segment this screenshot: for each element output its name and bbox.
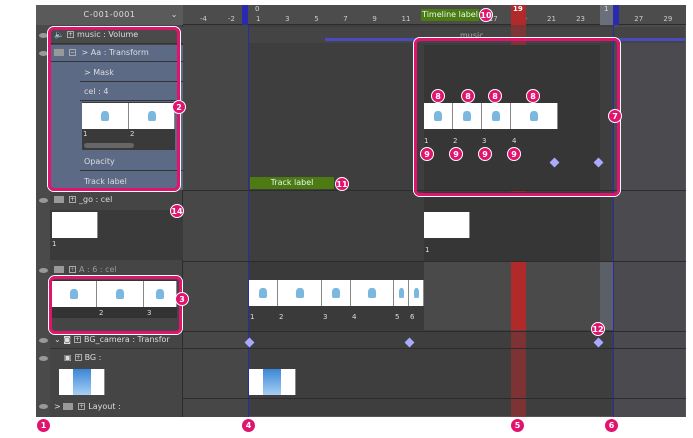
callout-9: 9 (420, 147, 434, 161)
callout-9: 9 (507, 147, 521, 161)
expand-icon[interactable]: + (74, 336, 82, 343)
cel-number: 1 (52, 240, 57, 248)
callout-14: 14 (170, 204, 184, 218)
postroll-area (613, 25, 685, 417)
callout-10: 10 (479, 8, 493, 22)
frame-tick: 7 (343, 15, 348, 23)
frame-tick: 21 (547, 15, 556, 23)
cel-number: 1 (425, 246, 430, 254)
current-frame-label: 19 (513, 5, 523, 13)
frame-tick: 23 (576, 15, 586, 23)
cel-number: 5 (395, 313, 400, 321)
camera-icon: ◙ (63, 335, 72, 344)
end-marker[interactable] (613, 5, 619, 25)
marker-6: 6 (605, 419, 618, 432)
track-label-clip[interactable]: Track label (250, 177, 334, 189)
visibility-eye-icon[interactable] (39, 198, 48, 203)
track-bg-camera[interactable]: ⌄ ◙ + BG_camera : Transfor (50, 332, 183, 349)
visibility-eye-icon[interactable] (39, 33, 48, 38)
cel-thumbnail[interactable] (52, 212, 98, 238)
track-bg[interactable]: ▣ + BG : (60, 350, 183, 366)
track-name: Layout : (88, 402, 121, 411)
track-name: BG_camera : Transfor (84, 335, 170, 344)
folder-icon (54, 196, 64, 203)
frame-tick: 3 (285, 15, 290, 23)
callout-3: 3 (175, 292, 189, 306)
end-mark-label: 1 (604, 5, 609, 13)
track-name: A : 6 : cel (79, 265, 117, 274)
timeline-cel[interactable] (322, 280, 351, 306)
playhead-highlight (511, 262, 526, 330)
timeline-cel[interactable] (249, 280, 278, 306)
callout-8: 8 (431, 89, 445, 103)
expand-icon[interactable]: + (78, 403, 86, 410)
composition-name: C-001-0001 (83, 10, 136, 19)
visibility-eye-icon[interactable] (39, 356, 48, 361)
track-name: _go : cel (79, 195, 113, 204)
visibility-eye-icon[interactable] (39, 338, 48, 343)
visibility-eye-icon[interactable] (39, 404, 48, 409)
cel-number: 4 (352, 313, 357, 321)
timeline-bg-cel[interactable] (249, 369, 296, 395)
frame-tick: 1 (256, 15, 261, 23)
marker-5: 5 (511, 419, 524, 432)
expand-icon[interactable]: + (69, 266, 76, 273)
visibility-eye-icon[interactable] (39, 268, 48, 273)
highlight-track-area (48, 27, 180, 191)
timeline-cel[interactable] (278, 280, 322, 306)
cel-number: 3 (323, 313, 328, 321)
marker-1: 1 (37, 419, 50, 432)
chevron-down-icon: ⌄ (170, 10, 178, 19)
folder-icon (63, 403, 74, 410)
frame-tick: -4 (200, 15, 207, 23)
timeline-cel[interactable] (424, 212, 470, 238)
start-marker[interactable] (242, 5, 248, 25)
frame-tick: 11 (401, 15, 411, 23)
callout-7: 7 (608, 109, 622, 123)
a-track-end (600, 262, 613, 330)
frame-tick: 5 (314, 15, 319, 23)
cel-number: 6 (410, 313, 415, 321)
frame-tick: 29 (663, 15, 673, 23)
callout-11: 11 (335, 177, 349, 191)
frame-tick: 9 (372, 15, 377, 23)
track-name: BG : (84, 353, 102, 362)
expand-icon[interactable]: + (74, 354, 82, 361)
frame-tick: 27 (634, 15, 644, 23)
callout-12: 12 (591, 322, 605, 336)
composition-select[interactable]: C-001-0001 ⌄ (36, 5, 183, 25)
start-line (248, 25, 249, 417)
highlight-timeline-area (414, 38, 620, 196)
timeline-cel[interactable] (394, 280, 409, 306)
callout-2: 2 (172, 100, 186, 114)
bg-thumbnail[interactable] (59, 369, 105, 395)
callout-8: 8 (526, 89, 540, 103)
cel-number: 2 (279, 313, 284, 321)
cel-number: 1 (250, 313, 255, 321)
track-go[interactable]: + _go : cel (50, 192, 183, 208)
frame-tick: -2 (228, 15, 235, 23)
timeline-cel[interactable] (409, 280, 424, 306)
expand-icon[interactable]: + (69, 196, 76, 203)
start-mark-label: 0 (255, 5, 260, 13)
track-layout[interactable]: > + Layout : (50, 399, 183, 415)
image-icon: ▣ (64, 353, 72, 362)
visibility-eye-icon[interactable] (39, 51, 48, 56)
folder-icon (54, 266, 64, 273)
timeline-label[interactable]: Timeline label (421, 9, 479, 21)
callout-9: 9 (478, 147, 492, 161)
callout-9: 9 (449, 147, 463, 161)
callout-8: 8 (461, 89, 475, 103)
highlight-cel-area (49, 276, 182, 334)
marker-4: 4 (242, 419, 255, 432)
preroll-area (183, 25, 249, 417)
callout-8: 8 (488, 89, 502, 103)
timeline-cel[interactable] (351, 280, 394, 306)
